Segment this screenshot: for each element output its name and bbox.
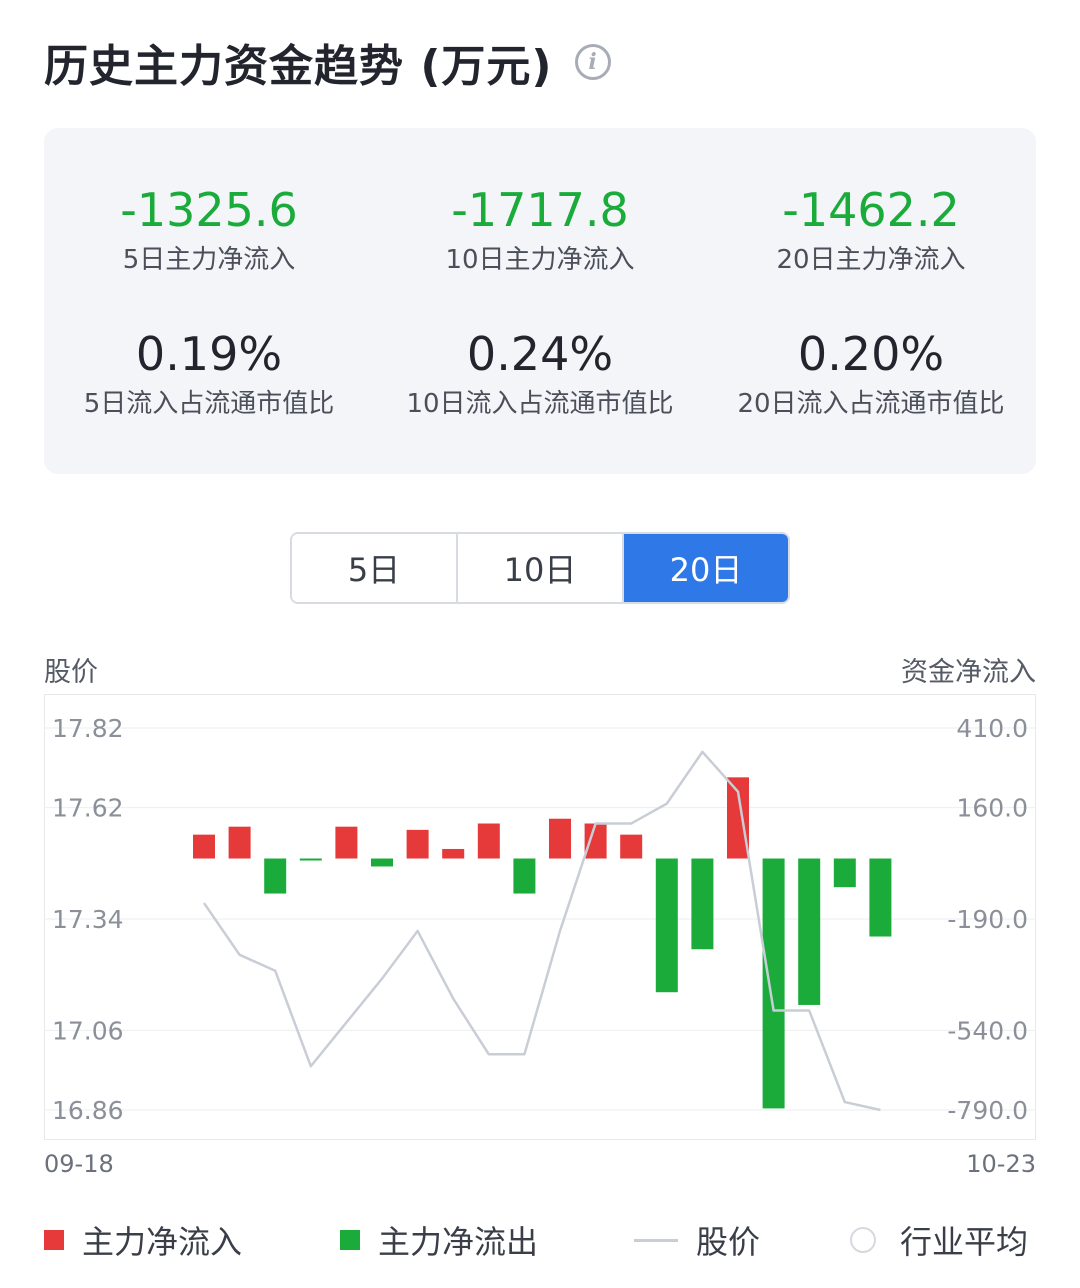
legend-label: 行业平均	[900, 1223, 1029, 1261]
stat-value: 0.24%	[466, 327, 614, 381]
stat-value: -1717.8	[451, 183, 629, 237]
page-title: 历史主力资金趋势 (万元)	[44, 41, 553, 92]
stat-label: 20日流入占流通市值比	[737, 389, 1005, 419]
left-tick-label: 17.06	[52, 1016, 124, 1045]
left-tick-label: 17.82	[52, 714, 124, 743]
x-end-label: 10-23	[966, 1150, 1036, 1178]
right-tick-label: 410.0	[956, 714, 1028, 743]
stat-value: 0.19%	[135, 327, 283, 381]
stat-label: 5日流入占流通市值比	[83, 389, 335, 419]
industry-avg-swatch-icon	[850, 1227, 876, 1253]
inflow-swatch-icon	[44, 1230, 64, 1250]
left-tick-label: 17.34	[52, 905, 124, 934]
stat-20d-net-inflow: -1462.2 20日主力净流入	[706, 182, 1036, 278]
tab-20d[interactable]: 20日	[624, 534, 788, 602]
stat-label: 5日主力净流入	[122, 245, 296, 275]
inflow-bar[interactable]	[335, 826, 358, 859]
fund-flow-chart: 410.0 17.82 160.0 17.62 -190.0 17.34 -540.0 17.…	[44, 694, 1036, 1140]
inflow-bar[interactable]	[193, 834, 215, 859]
chart-svg: 410.0 17.82 160.0 17.62 -190.0 17.34 -540.0 17.…	[44, 694, 1036, 1140]
outflow-bar[interactable]	[264, 858, 287, 894]
left-tick-label: 16.86	[52, 1096, 124, 1125]
stats-card: -1325.6 5日主力净流入 -1717.8 10日主力净流入 -1462.2…	[44, 128, 1036, 474]
tab-10d[interactable]: 10日	[458, 534, 624, 602]
outflow-bar[interactable]	[371, 858, 393, 867]
inflow-bar[interactable]	[228, 826, 251, 859]
stat-5d-net-inflow: -1325.6 5日主力净流入	[44, 182, 374, 278]
stat-10d-inflow-ratio: 0.24% 10日流入占流通市值比	[375, 326, 705, 422]
inflow-bar[interactable]	[584, 823, 607, 859]
info-icon[interactable]: i	[574, 44, 611, 80]
outflow-bar[interactable]	[691, 858, 714, 950]
stat-10d-net-inflow: -1717.8 10日主力净流入	[375, 182, 705, 278]
inflow-bar[interactable]	[477, 823, 500, 859]
left-axis-title: 股价	[44, 657, 98, 688]
outflow-swatch-icon	[340, 1230, 360, 1250]
legend-item-industry-avg[interactable]: 行业平均	[850, 1212, 1028, 1268]
stat-label: 10日流入占流通市值比	[406, 389, 674, 419]
x-start-label: 09-18	[44, 1150, 114, 1178]
outflow-bar[interactable]	[798, 858, 821, 1005]
stat-label: 20日主力净流入	[776, 245, 966, 275]
stat-5d-inflow-ratio: 0.19% 5日流入占流通市值比	[44, 326, 374, 422]
inflow-bar[interactable]	[549, 818, 571, 859]
outflow-bar[interactable]	[299, 858, 322, 861]
price-line-swatch-icon	[634, 1238, 678, 1242]
legend-label: 主力净流出	[378, 1223, 539, 1261]
stat-label: 10日主力净流入	[445, 245, 635, 275]
stat-value: -1325.6	[120, 183, 298, 237]
inflow-bar[interactable]	[442, 848, 465, 859]
outflow-bar[interactable]	[513, 858, 536, 894]
outflow-bar[interactable]	[655, 858, 678, 993]
title-row: 历史主力资金趋势 (万元) i	[44, 30, 611, 94]
right-axis-title: 资金净流入	[901, 657, 1036, 688]
right-tick-label: -790.0	[947, 1096, 1028, 1125]
outflow-bar[interactable]	[762, 858, 785, 1109]
period-tabs: 5日 10日 20日	[290, 532, 790, 604]
right-tick-label: -190.0	[947, 905, 1028, 934]
stat-value: -1462.2	[782, 183, 960, 237]
inflow-bar[interactable]	[620, 834, 643, 859]
inflow-bar[interactable]	[406, 829, 429, 859]
outflow-bar[interactable]	[833, 858, 856, 888]
legend-item-inflow[interactable]: 主力净流入	[44, 1212, 242, 1268]
legend: 主力净流入 主力净流出 股价 行业平均	[44, 1212, 1036, 1268]
outflow-bar[interactable]	[869, 858, 892, 937]
left-tick-label: 17.62	[52, 794, 124, 823]
right-tick-label: 160.0	[956, 794, 1028, 823]
legend-label: 主力净流入	[82, 1223, 243, 1261]
tab-5d[interactable]: 5日	[292, 534, 458, 602]
right-tick-label: -540.0	[947, 1016, 1028, 1045]
legend-label: 股价	[696, 1223, 761, 1261]
legend-item-price[interactable]: 股价	[634, 1212, 760, 1268]
legend-item-outflow[interactable]: 主力净流出	[340, 1212, 538, 1268]
stat-20d-inflow-ratio: 0.20% 20日流入占流通市值比	[706, 326, 1036, 422]
stat-value: 0.20%	[797, 327, 945, 381]
